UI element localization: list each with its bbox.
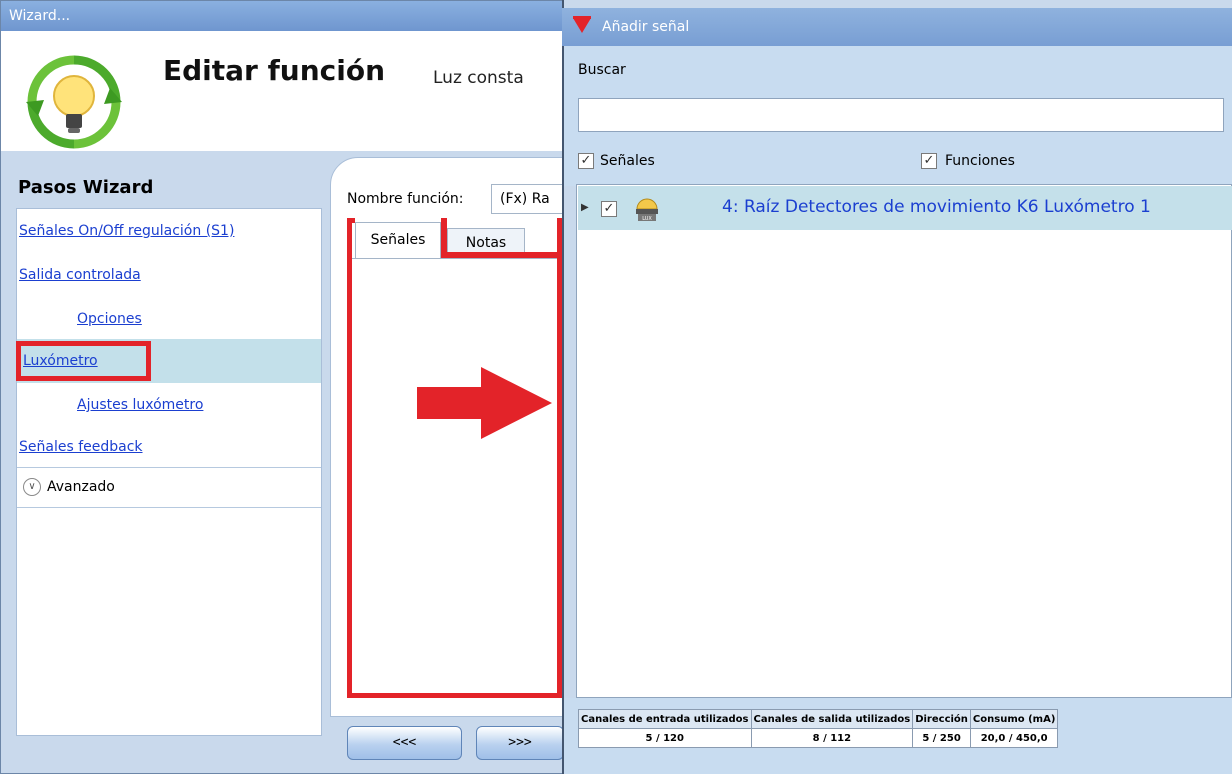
- highlight-corner: [347, 218, 355, 223]
- stat-value-address: 5 / 250: [912, 728, 971, 748]
- svg-text:LUX: LUX: [642, 216, 652, 222]
- light-bulb-icon: [26, 55, 122, 149]
- advanced-toggle[interactable]: ∨ Avanzado: [17, 467, 321, 507]
- function-subtitle: Luz consta: [433, 68, 524, 88]
- usage-stats-table: Canales de entrada utilizados Canales de…: [578, 709, 1059, 748]
- row-checkbox[interactable]: ✓: [601, 201, 617, 217]
- highlight-tab-side: [441, 218, 447, 258]
- steps-heading: Pasos Wizard: [18, 177, 154, 198]
- signals-filter-checkbox[interactable]: ✓: [578, 153, 594, 169]
- functions-filter-label: Funciones: [945, 153, 1015, 169]
- steps-panel: Señales On/Off regulación (S1) Salida co…: [16, 208, 322, 736]
- page-title: Editar función: [163, 54, 386, 87]
- signals-tree: [576, 184, 1232, 698]
- search-input[interactable]: [578, 98, 1224, 132]
- dialog-title: Añadir señal: [562, 8, 1232, 46]
- step-ajustes-luxometro[interactable]: Ajustes luxómetro: [17, 383, 321, 427]
- step-senales-feedback[interactable]: Señales feedback: [17, 425, 321, 469]
- signals-filter-label: Señales: [600, 153, 655, 169]
- stat-value-consumption: 20,0 / 450,0: [969, 728, 1059, 748]
- search-label: Buscar: [578, 62, 626, 78]
- step-salida-controlada[interactable]: Salida controlada: [17, 253, 321, 297]
- lux-sensor-icon: LUX: [636, 198, 658, 222]
- arrow-right-icon: [417, 367, 552, 439]
- stat-value-output-channels: 8 / 112: [750, 728, 914, 748]
- wizard-title-bar: Wizard...: [1, 1, 567, 31]
- function-name-input[interactable]: (Fx) Ra: [491, 184, 569, 214]
- luxometro-highlight: [16, 341, 151, 381]
- stat-header-input-channels: Canales de entrada utilizados: [578, 709, 752, 729]
- previous-button[interactable]: <<<: [347, 726, 462, 760]
- step-opciones[interactable]: Opciones: [17, 297, 321, 341]
- advanced-label: Avanzado: [47, 479, 115, 495]
- row-label: 4: Raíz Detectores de movimiento K6 Luxó…: [722, 197, 1151, 217]
- highlight-tab-edge: [441, 252, 562, 258]
- stat-header-address: Dirección: [912, 709, 971, 729]
- chevron-down-icon: ∨: [23, 478, 41, 496]
- steps-divider-bottom: [17, 507, 321, 508]
- signals-area-highlight: [347, 218, 562, 698]
- red-triangle-icon: [573, 16, 591, 33]
- stat-value-input-channels: 5 / 120: [578, 728, 752, 748]
- stat-header-output-channels: Canales de salida utilizados: [750, 709, 914, 729]
- expand-arrow-icon[interactable]: ▶: [581, 202, 589, 213]
- function-name-label: Nombre función:: [347, 191, 464, 207]
- next-button[interactable]: >>>: [476, 726, 564, 760]
- step-senales-on-off[interactable]: Señales On/Off regulación (S1): [17, 209, 321, 253]
- stat-header-consumption: Consumo (mA): [969, 709, 1059, 729]
- functions-filter-checkbox[interactable]: ✓: [921, 153, 937, 169]
